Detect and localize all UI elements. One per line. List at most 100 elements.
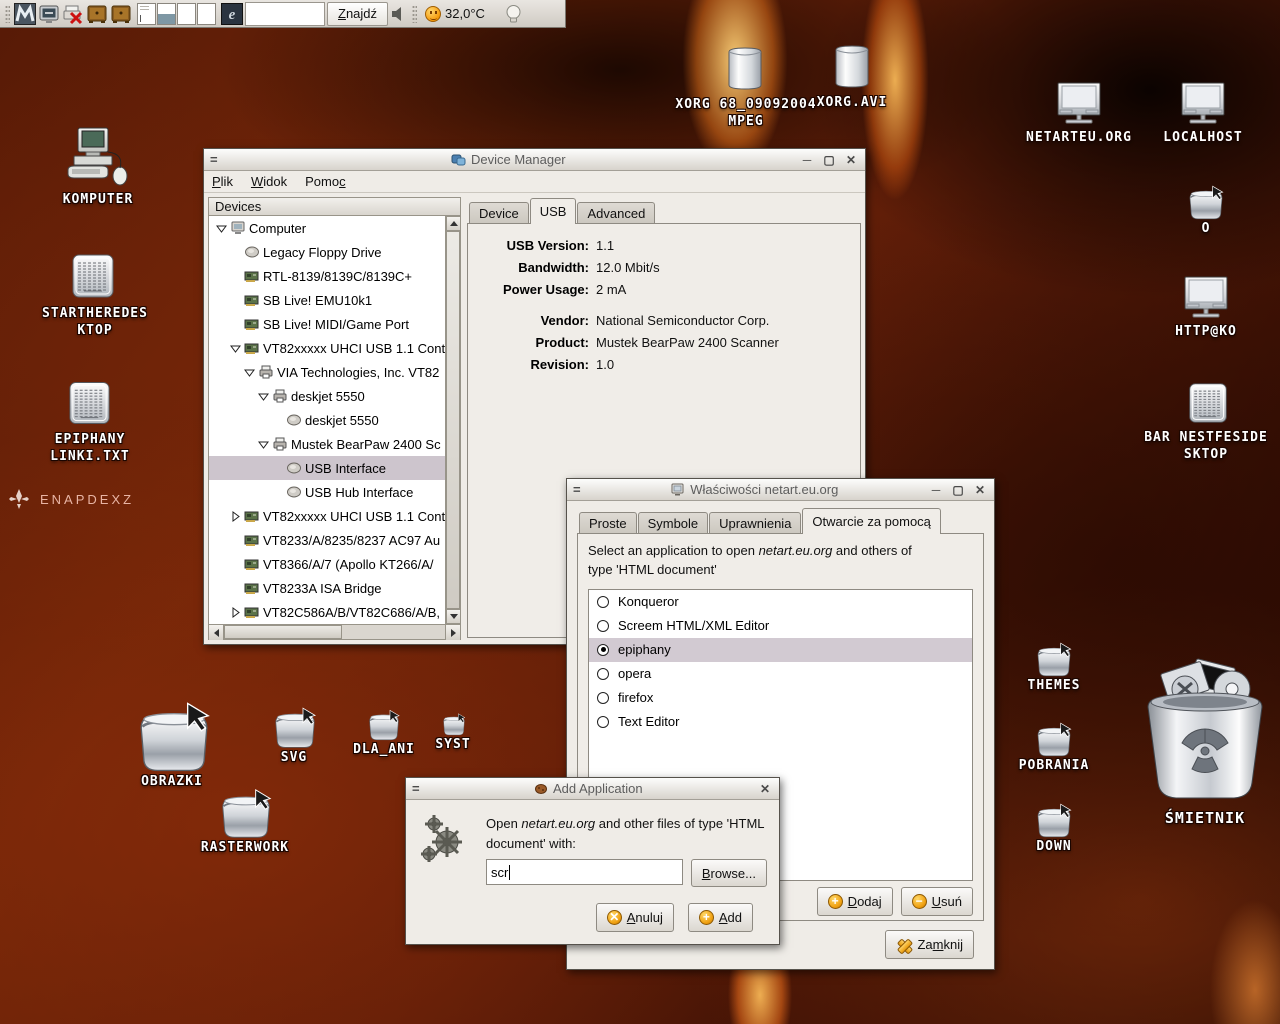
command-input[interactable]: scr xyxy=(486,859,683,885)
scroll-down-button[interactable] xyxy=(446,609,461,624)
window-menu-icon[interactable]: = xyxy=(412,784,420,794)
application-option-text-editor[interactable]: Text Editor xyxy=(589,710,972,734)
desktop-icon-label[interactable]: XORG 68_09092004 xyxy=(675,97,816,112)
application-option-konqueror[interactable]: Konqueror xyxy=(589,590,972,614)
tree-item[interactable]: Legacy Floppy Drive xyxy=(209,240,445,264)
tree-item[interactable]: USB Hub Interface xyxy=(209,480,445,504)
maximize-button[interactable]: ▢ xyxy=(950,483,966,497)
tree-expander-closed[interactable] xyxy=(229,606,242,619)
desktop-icon-label[interactable]: HTTP@KO xyxy=(1175,324,1237,339)
scroll-up-button[interactable] xyxy=(446,216,461,231)
radio-button[interactable] xyxy=(597,692,609,704)
desktop-icon-label[interactable]: POBRANIA xyxy=(1019,758,1090,773)
close-button[interactable]: ✕ xyxy=(757,782,773,796)
minimize-button[interactable]: ─ xyxy=(799,153,815,167)
drawer-launcher-1[interactable] xyxy=(86,3,108,25)
desktop-icon-label[interactable]: RASTERWORK xyxy=(201,840,289,855)
add-application-titlebar[interactable]: = Add Application ✕ xyxy=(406,778,779,800)
tab-device[interactable]: Device xyxy=(469,202,529,223)
tab-usb[interactable]: USB xyxy=(530,198,577,224)
desktop-icon-label[interactable]: SKTOP xyxy=(1184,447,1228,462)
desktop-icon-label[interactable]: SVG xyxy=(281,750,307,765)
scrollbar-thumb[interactable] xyxy=(446,231,460,609)
desktop-icon-smietnik[interactable] xyxy=(1140,655,1270,808)
close-button[interactable]: ✕ xyxy=(972,483,988,497)
drawer-launcher-2[interactable] xyxy=(110,3,132,25)
workspace-3[interactable] xyxy=(177,3,196,25)
desktop-icon-starthere-desktop[interactable] xyxy=(70,252,116,305)
tree-item[interactable]: VIA Technologies, Inc. VT82 xyxy=(209,360,445,384)
lightbulb-icon[interactable] xyxy=(505,4,522,24)
desktop-icon-label[interactable]: MPEG xyxy=(728,114,763,129)
tree-item[interactable]: VT8233A ISA Bridge xyxy=(209,576,445,600)
add-button[interactable]: + Add xyxy=(688,903,753,932)
desktop-icon-label[interactable]: KTOP xyxy=(77,323,112,338)
desktop-icon-label[interactable]: DLA_ANI xyxy=(353,742,415,757)
desktop-icon-netarteu-org[interactable] xyxy=(1056,82,1102,129)
desktop-icon-label[interactable]: BAR NESTFESIDE xyxy=(1144,430,1268,445)
volume-icon[interactable] xyxy=(390,5,408,23)
desktop-icon-epiphany-linki-txt[interactable] xyxy=(67,380,112,431)
scroll-right-button[interactable] xyxy=(445,625,460,640)
radio-button[interactable] xyxy=(597,716,609,728)
tree-expander-closed[interactable] xyxy=(229,510,242,523)
tree-item[interactable]: USB Interface xyxy=(209,456,445,480)
desktop-icon-label[interactable]: STARTHEREDES xyxy=(42,306,148,321)
radio-button[interactable] xyxy=(597,644,609,656)
tree-item[interactable]: Mustek BearPaw 2400 Sc xyxy=(209,432,445,456)
panel-grip[interactable] xyxy=(5,5,10,23)
menu-pomoc[interactable]: Pomoc xyxy=(305,174,345,189)
tree-item[interactable]: VT8366/A/7 (Apollo KT266/A/ xyxy=(209,552,445,576)
application-option-firefox[interactable]: firefox xyxy=(589,686,972,710)
application-option-epiphany[interactable]: epiphany xyxy=(589,638,972,662)
desktop-icon-localhost[interactable] xyxy=(1180,82,1226,129)
desktop-icon-label[interactable]: THEMES xyxy=(1028,678,1081,693)
tree-item[interactable]: deskjet 5550 xyxy=(209,384,445,408)
desktop-icon-label[interactable]: LOCALHOST xyxy=(1163,130,1242,145)
desktop-icon-label[interactable]: XORG.AVI xyxy=(817,95,888,110)
printer-cancel-launcher[interactable] xyxy=(62,3,84,25)
desktop-icon-label[interactable]: DOWN xyxy=(1036,839,1071,854)
window-menu-icon[interactable]: = xyxy=(210,155,218,165)
tree-item[interactable]: RTL-8139/8139C/8139C+ xyxy=(209,264,445,288)
tab-advanced[interactable]: Advanced xyxy=(577,202,655,223)
desktop-icon-xorg-mpeg[interactable] xyxy=(725,46,765,96)
tab-symbole[interactable]: Symbole xyxy=(638,512,709,533)
tree-item[interactable]: SB Live! MIDI/Game Port xyxy=(209,312,445,336)
workspace-1[interactable] xyxy=(137,3,156,25)
application-option-opera[interactable]: opera xyxy=(589,662,972,686)
tree-item[interactable]: VT8233/A/8235/8237 AC97 Au xyxy=(209,528,445,552)
cancel-button[interactable]: ✕ Anuluj xyxy=(596,903,674,932)
tree-expander-open[interactable] xyxy=(215,222,228,235)
tree-item[interactable]: deskjet 5550 xyxy=(209,408,445,432)
epiphany-launcher[interactable]: e xyxy=(221,3,243,25)
tree-item[interactable]: VT82xxxxx UHCI USB 1.1 Contr xyxy=(209,336,445,360)
tree-item[interactable]: SB Live! EMU10k1 xyxy=(209,288,445,312)
close-dialog-button[interactable]: Zamknij xyxy=(885,930,974,959)
tree-item[interactable]: Computer xyxy=(209,216,445,240)
temperature-widget[interactable]: 32,0°C xyxy=(421,6,489,22)
window-menu-icon[interactable]: = xyxy=(573,485,581,495)
tree-item[interactable]: VT82C586A/B/VT82C686/A/B, xyxy=(209,600,445,624)
screen-launcher[interactable] xyxy=(38,3,60,25)
menu-widok[interactable]: Widok xyxy=(251,174,287,189)
find-button[interactable]: Znajdź xyxy=(327,2,388,26)
remove-application-button[interactable]: − Usuń xyxy=(901,887,973,916)
maximize-button[interactable]: ▢ xyxy=(821,153,837,167)
desktop-icon-label[interactable]: OBRAZKI xyxy=(141,774,203,789)
scroll-left-button[interactable] xyxy=(209,625,224,640)
tab-uprawnienia[interactable]: Uprawnienia xyxy=(709,512,801,533)
add-application-button[interactable]: + Dodaj xyxy=(817,887,893,916)
desktop-icon-komputer[interactable] xyxy=(62,126,134,191)
properties-titlebar[interactable]: = Właściwości netart.eu.org ─ ▢ ✕ xyxy=(567,479,994,501)
tree-expander-open[interactable] xyxy=(257,438,270,451)
radio-button[interactable] xyxy=(597,620,609,632)
panel-grip[interactable] xyxy=(412,5,417,23)
desktop-icon-label[interactable]: LINKI.TXT xyxy=(50,449,129,464)
desktop-icon-label[interactable]: SYST xyxy=(435,737,470,752)
device-tree-horizontal-scrollbar[interactable] xyxy=(208,625,461,640)
device-tree-vertical-scrollbar[interactable] xyxy=(445,216,460,624)
desktop-icon-label[interactable]: KOMPUTER xyxy=(63,192,134,207)
devices-column-header[interactable]: Devices xyxy=(208,197,461,216)
workspace-2[interactable] xyxy=(157,3,176,25)
